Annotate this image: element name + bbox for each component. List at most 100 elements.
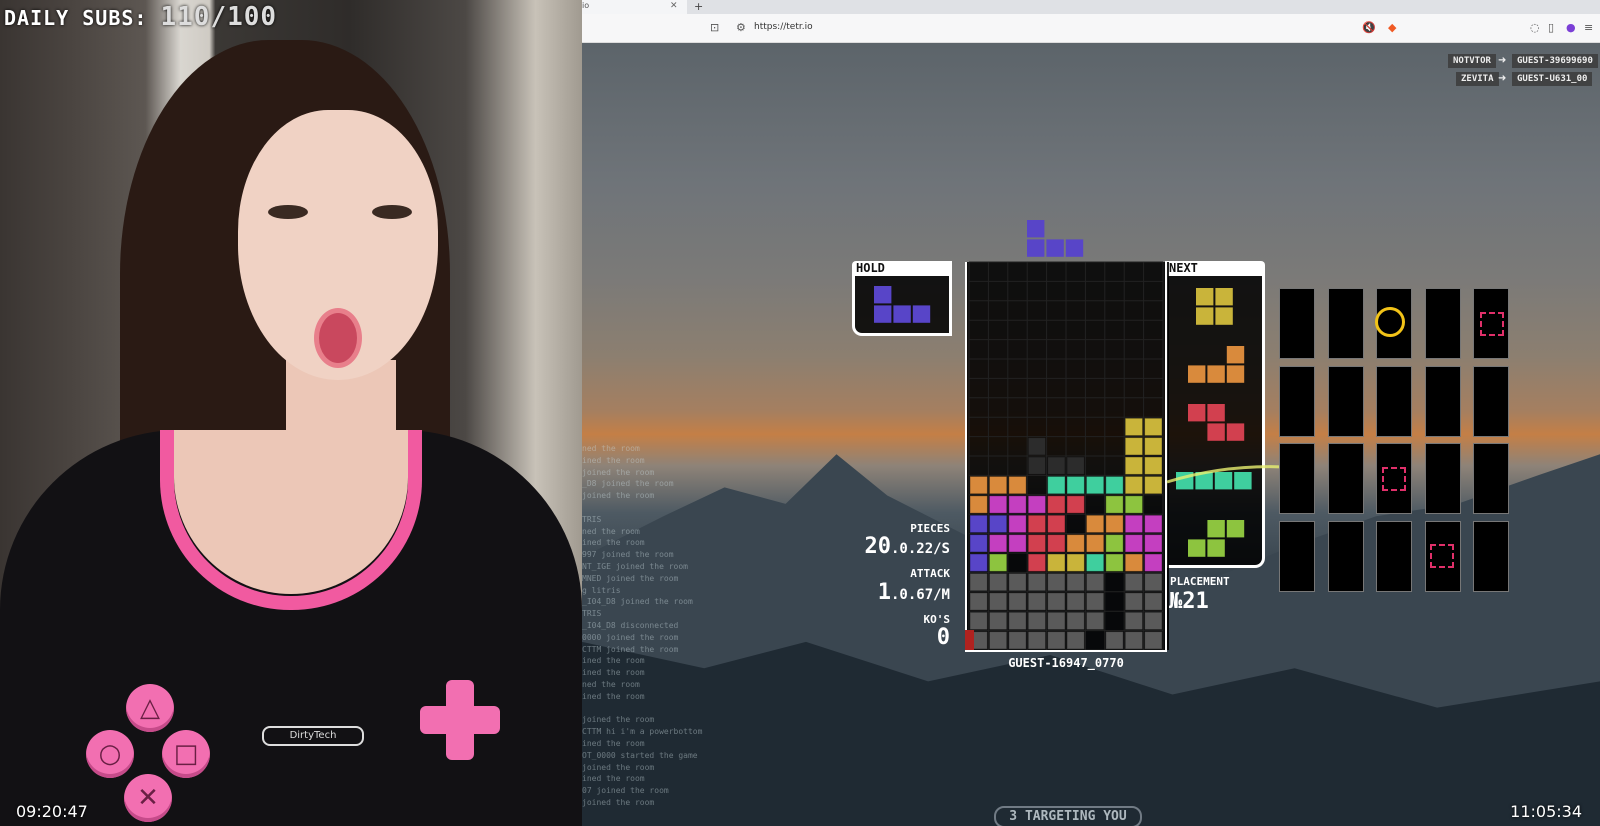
board-cell: [1124, 456, 1144, 475]
opponent-board[interactable]: [1327, 365, 1364, 437]
attack-label: ATTACK: [910, 567, 950, 580]
board-cell: [988, 534, 1008, 553]
board-cell: [1027, 572, 1047, 592]
board-cell: [969, 495, 988, 514]
opponent-board[interactable]: [1376, 365, 1412, 437]
opponent-board[interactable]: [1473, 365, 1509, 437]
board-cell: [1105, 495, 1124, 514]
killfeed-from-2: ZEVITA: [1456, 72, 1499, 86]
dpad-icon: [420, 680, 500, 760]
killfeed-to-1: GUEST-39699690: [1512, 54, 1598, 68]
player-name: GUEST-16947_0770: [1008, 656, 1124, 670]
board-cell: [1144, 437, 1163, 456]
board-cell: [988, 572, 1008, 592]
board-cell: [1027, 592, 1047, 611]
board-cell: [1144, 456, 1163, 475]
opponent-board[interactable]: [1473, 443, 1509, 514]
board-cell: [1124, 553, 1144, 572]
board-cell: [1066, 495, 1085, 514]
board-border-left: [965, 262, 967, 650]
board-cell: [1027, 553, 1047, 572]
daily-subs-value: 110/100: [160, 2, 278, 32]
board-cell: [1047, 514, 1066, 534]
pieces-stat: 20.0.22/S: [840, 534, 950, 559]
hold-piece-cell: [893, 305, 911, 323]
placement-label: PLACEMENT: [1170, 575, 1230, 588]
board-cell: [1047, 456, 1066, 475]
next-piece-cell: [1226, 365, 1245, 383]
next-piece-cell: [1207, 404, 1225, 422]
board-cell: [1066, 572, 1085, 592]
board-cell: [1144, 631, 1163, 650]
next-piece-cell: [1188, 539, 1206, 557]
board-cell: [1144, 534, 1163, 553]
board-cell: [969, 475, 988, 495]
board-cell: [1124, 495, 1144, 514]
board-cell: [988, 475, 1008, 495]
board-cell: [969, 572, 988, 592]
opponent-board[interactable]: [1327, 443, 1364, 514]
opponent-board[interactable]: [1424, 288, 1461, 359]
opponent-board[interactable]: [1376, 520, 1412, 592]
target-marker-icon: [1480, 312, 1504, 336]
board-cell: [1027, 631, 1047, 650]
board-cell: [1066, 631, 1085, 650]
board-cell: [1085, 572, 1105, 592]
attack-value: 1: [877, 580, 891, 605]
board-cell: [1008, 495, 1027, 514]
active-piece-cell: [1027, 239, 1045, 257]
next-piece-cell: [1215, 288, 1233, 306]
board-cell: [1066, 553, 1085, 572]
square-button-icon: □: [162, 730, 210, 778]
clock-right: 11:05:34: [1510, 802, 1582, 821]
daily-subs-label: DAILY SUBS:: [4, 6, 148, 30]
opponent-board[interactable]: [1424, 365, 1461, 437]
board-cell: [1066, 611, 1085, 631]
board-cell: [1144, 611, 1163, 631]
next-piece-cell: [1226, 346, 1245, 364]
board-cell: [1124, 417, 1144, 437]
placement-value: №21: [1169, 589, 1209, 614]
killfeed-to-2: GUEST-U631_00: [1512, 72, 1593, 86]
opponent-board[interactable]: [1279, 288, 1315, 359]
opponent-board[interactable]: [1473, 520, 1509, 592]
board-cell: [1047, 592, 1066, 611]
board-cell: [1124, 611, 1144, 631]
next-piece-cell: [1207, 365, 1225, 383]
board-cell: [1144, 572, 1163, 592]
board-cell: [969, 553, 988, 572]
next-piece-cell: [1214, 472, 1233, 490]
board-cell: [1047, 495, 1066, 514]
board-cell: [1085, 475, 1105, 495]
board-cell: [1144, 514, 1163, 534]
board-cell: [1124, 631, 1144, 650]
board-cell: [1124, 475, 1144, 495]
board-cell: [1124, 592, 1144, 611]
browser-window: io ✕ + ⊡ ⚙ https://tetr.io 🔇 ◆ ◌ ▯ ● ≡ n…: [582, 0, 1600, 826]
board-cell: [969, 592, 988, 611]
board-cell: [1144, 553, 1163, 572]
pieces-value: 20: [864, 534, 891, 559]
active-piece-cell: [1046, 239, 1064, 257]
circle-button-icon: ○: [86, 730, 134, 778]
pieces-rate: .0.22/S: [890, 541, 950, 557]
opponent-board[interactable]: [1424, 443, 1461, 514]
opponent-board[interactable]: [1327, 288, 1364, 359]
board-cell: [1066, 475, 1085, 495]
board-cell: [988, 553, 1008, 572]
opponent-board[interactable]: [1279, 365, 1315, 437]
opponent-board[interactable]: [1327, 520, 1364, 592]
streamer-mouth: [314, 308, 362, 368]
next-piece-cell: [1207, 539, 1225, 557]
kos-value: 0: [936, 625, 950, 650]
board-cell: [1066, 456, 1085, 475]
opponent-board[interactable]: [1279, 443, 1315, 514]
board-cell: [1105, 553, 1124, 572]
board-cell: [1124, 514, 1144, 534]
attack-rate: .0.67/M: [890, 587, 950, 603]
board-cell: [1066, 534, 1085, 553]
daily-subs-counter: DAILY SUBS: 110/100: [4, 2, 277, 32]
opponent-board[interactable]: [1279, 520, 1315, 592]
board-cell: [1027, 495, 1047, 514]
board-cell: [1008, 611, 1027, 631]
